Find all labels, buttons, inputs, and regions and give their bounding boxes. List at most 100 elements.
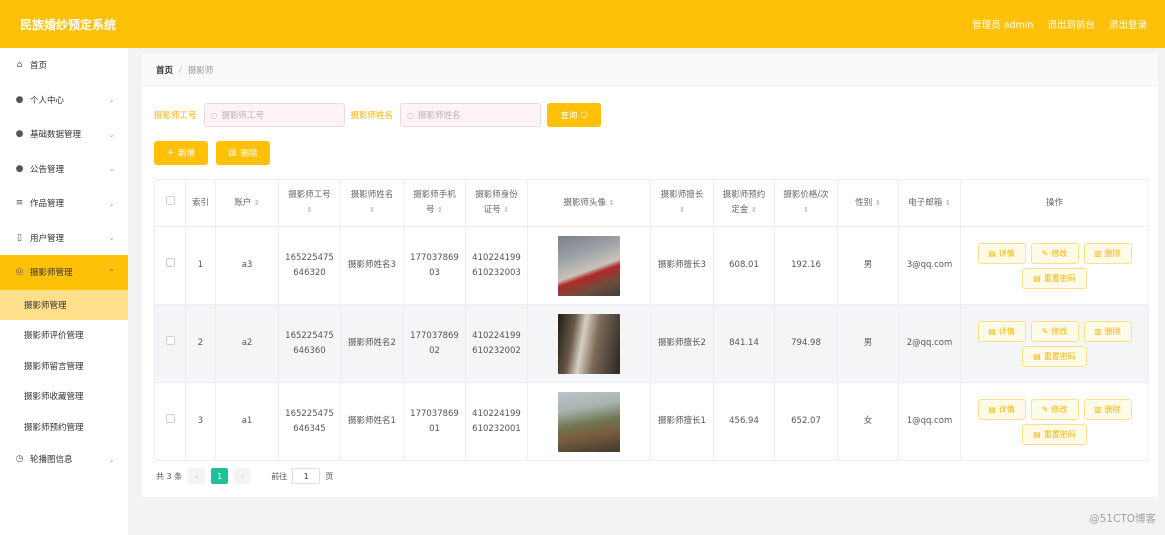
add-label: 新增 bbox=[178, 149, 196, 159]
cell-deposit: 841.14 bbox=[713, 304, 775, 383]
detail-label: 详情 bbox=[998, 326, 1015, 336]
sort-icon[interactable]: ⇕ bbox=[254, 199, 260, 207]
header-deposit[interactable]: 摄影师预约 定金 ⇕ bbox=[713, 179, 775, 227]
app-title: 民族婚纱预定系统 bbox=[20, 17, 117, 32]
header-price[interactable]: 摄影价格/次 ⇕ bbox=[774, 179, 838, 227]
page-number-current[interactable]: 1 bbox=[211, 468, 229, 484]
checkbox[interactable] bbox=[165, 336, 175, 345]
sidebar-item-works[interactable]: ≡ 作品管理 ⌄ bbox=[0, 186, 128, 221]
header-name[interactable]: 摄影师姓名 ⇕ bbox=[340, 179, 404, 227]
delete-button[interactable]: ▥ 删除 bbox=[1083, 398, 1132, 420]
cell-text: 177037869 bbox=[410, 330, 459, 341]
row-checkbox-cell[interactable] bbox=[154, 382, 186, 461]
add-button[interactable]: + 新增 bbox=[154, 141, 208, 165]
logout-link[interactable]: 退出登录 bbox=[1109, 17, 1147, 31]
sort-icon[interactable]: ⇕ bbox=[369, 206, 375, 214]
sort-icon[interactable]: ⇕ bbox=[803, 206, 809, 214]
admin-user-label[interactable]: 管理员 admin bbox=[972, 17, 1033, 31]
sort-icon[interactable]: ⇕ bbox=[679, 206, 685, 214]
workno-input[interactable]: ○ 摄影师工号 bbox=[203, 103, 345, 127]
header-specialty[interactable]: 摄影师擅长 ⇕ bbox=[650, 179, 714, 227]
sidebar-item-carousel[interactable]: ◷ 轮播图信息 ⌄ bbox=[0, 442, 128, 477]
header-links: 管理员 admin 退出到前台 退出登录 bbox=[972, 17, 1147, 31]
submenu-photographer-message[interactable]: 摄影师留言管理 bbox=[0, 351, 128, 382]
delete-button[interactable]: ▥ 删除 bbox=[1083, 320, 1132, 342]
edit-button[interactable]: ✎ 修改 bbox=[1030, 398, 1079, 420]
name-label: 摄影师姓名 bbox=[350, 111, 394, 121]
query-button[interactable]: 查询 ○ bbox=[547, 103, 602, 127]
header-select-all[interactable] bbox=[154, 179, 186, 227]
photographer-avatar-image[interactable] bbox=[558, 313, 620, 374]
sidebar-item-users[interactable]: ▯ 用户管理 ⌄ bbox=[0, 221, 128, 256]
cell-operations: ▤ 详情 ✎ 修改 ▥ 删除 ▤ 重置密码 bbox=[960, 226, 1149, 305]
submenu-photographer-manage[interactable]: 摄影师管理 bbox=[0, 289, 128, 320]
header-workno[interactable]: 摄影师工号 ⇕ bbox=[278, 179, 341, 227]
sidebar-item-photographer[interactable]: ◎ 摄影师管理 ⌃ bbox=[0, 255, 128, 290]
breadcrumb: 首页 / 摄影师 bbox=[142, 54, 1158, 86]
back-to-front-link[interactable]: 退出到前台 bbox=[1047, 17, 1095, 31]
sort-icon[interactable]: ⇕ bbox=[503, 206, 509, 214]
table-header-row: 索引 账户 ⇕ 摄影师工号 ⇕ 摄影师姓名 ⇕ 摄影师手机号 ⇕ 摄影师身份 证号 ⇕… bbox=[154, 179, 1149, 227]
home-icon: ⌂ bbox=[16, 60, 23, 71]
next-page-button[interactable]: › bbox=[234, 468, 252, 484]
photographer-avatar-image[interactable] bbox=[558, 235, 620, 296]
header-gender[interactable]: 性别 ⇕ bbox=[837, 179, 899, 227]
sidebar-item-basic-data[interactable]: ● 基础数据管理 ⌄ bbox=[0, 117, 128, 152]
total-count: 共 3 条 bbox=[156, 471, 183, 481]
reset-password-button[interactable]: ▤ 重置密码 bbox=[1022, 267, 1087, 289]
header-email[interactable]: 电子邮箱 ⇕ bbox=[898, 179, 961, 227]
detail-button[interactable]: ▤ 详情 bbox=[977, 242, 1026, 264]
cell-price: 652.07 bbox=[774, 382, 838, 461]
header-idcard-label-2: 证号 bbox=[483, 205, 501, 215]
workno-placeholder: 摄影师工号 bbox=[221, 111, 265, 121]
header-account[interactable]: 账户 ⇕ bbox=[215, 179, 279, 227]
prev-page-button[interactable]: ‹ bbox=[188, 468, 206, 484]
breadcrumb-home[interactable]: 首页 bbox=[156, 64, 173, 76]
edit-label: 修改 bbox=[1051, 248, 1068, 258]
checkbox[interactable] bbox=[165, 258, 175, 267]
edit-label: 修改 bbox=[1051, 404, 1068, 414]
reset-label: 重置密码 bbox=[1043, 351, 1076, 361]
sidebar-item-home[interactable]: ⌂ 首页 bbox=[0, 48, 128, 83]
cell-workno: 165225475 646320 bbox=[278, 226, 341, 305]
header-gender-label: 性别 bbox=[855, 197, 873, 208]
name-input[interactable]: ○ 摄影师姓名 bbox=[400, 103, 542, 127]
sort-icon[interactable]: ⇕ bbox=[945, 199, 951, 207]
detail-button[interactable]: ▤ 详情 bbox=[977, 320, 1026, 342]
submenu-photographer-favorite[interactable]: 摄影师收藏管理 bbox=[0, 381, 128, 412]
sort-icon[interactable]: ⇕ bbox=[609, 199, 615, 207]
edit-button[interactable]: ✎ 修改 bbox=[1030, 320, 1079, 342]
checkbox[interactable] bbox=[165, 414, 175, 423]
batch-delete-button[interactable]: ▥ 删除 bbox=[216, 141, 270, 165]
checkbox[interactable] bbox=[165, 195, 175, 205]
detail-button[interactable]: ▤ 详情 bbox=[977, 398, 1026, 420]
sort-icon[interactable]: ⇕ bbox=[751, 206, 757, 214]
row-checkbox-cell[interactable] bbox=[154, 304, 186, 383]
cell-phone: 177037869 03 bbox=[403, 226, 466, 305]
cell-avatar bbox=[527, 304, 651, 383]
compass-icon: ◎ bbox=[15, 267, 24, 278]
sort-icon[interactable]: ⇕ bbox=[875, 199, 881, 207]
sort-icon[interactable]: ⇕ bbox=[437, 206, 443, 214]
submenu-photographer-review[interactable]: 摄影师评价管理 bbox=[0, 320, 128, 351]
edit-button[interactable]: ✎ 修改 bbox=[1030, 242, 1079, 264]
header-phone[interactable]: 摄影师手机号 ⇕ bbox=[403, 179, 466, 227]
reset-password-button[interactable]: ▤ 重置密码 bbox=[1022, 423, 1087, 445]
submenu-photographer-booking[interactable]: 摄影师预约管理 bbox=[0, 412, 128, 443]
cell-text: 410224199 bbox=[472, 330, 521, 341]
cell-text: 646320 bbox=[293, 267, 326, 278]
header-avatar[interactable]: 摄影师头像 ⇕ bbox=[527, 179, 651, 227]
photographer-avatar-image[interactable] bbox=[558, 391, 620, 452]
sidebar-item-label: 首页 bbox=[30, 61, 48, 72]
search-bar: 摄影师工号 ○ 摄影师工号 摄影师姓名 ○ 摄影师姓名 查询 ○ bbox=[154, 103, 602, 127]
edit-icon: ✎ bbox=[1041, 248, 1049, 258]
sidebar-item-personal-center[interactable]: ● 个人中心 ⌄ bbox=[0, 83, 128, 118]
sort-icon[interactable]: ⇕ bbox=[307, 206, 313, 214]
reset-password-button[interactable]: ▤ 重置密码 bbox=[1022, 345, 1087, 367]
delete-button[interactable]: ▥ 删除 bbox=[1083, 242, 1132, 264]
row-checkbox-cell[interactable] bbox=[154, 226, 186, 305]
header-idcard[interactable]: 摄影师身份 证号 ⇕ bbox=[465, 179, 528, 227]
cell-text: 165225475 bbox=[285, 252, 334, 263]
sidebar-item-notice[interactable]: ● 公告管理 ⌄ bbox=[0, 152, 128, 187]
goto-page-input[interactable]: 1 bbox=[292, 468, 321, 484]
